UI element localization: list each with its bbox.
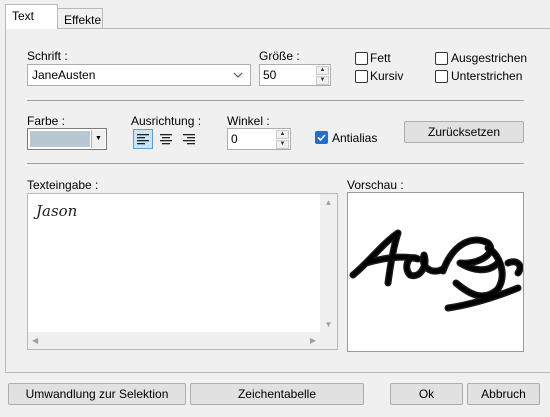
angle-label: Winkel :	[227, 114, 270, 128]
italic-checkbox[interactable]	[355, 70, 368, 83]
text-input-label: Texteingabe :	[27, 178, 99, 192]
preview-area	[347, 192, 524, 352]
size-spinner[interactable]: 50 ▲ ▼	[259, 64, 331, 86]
scroll-down-icon[interactable]: ▼	[320, 320, 337, 329]
scroll-right-icon[interactable]: ▶	[310, 336, 316, 345]
size-value: 50	[263, 68, 277, 82]
strikeout-label: Ausgestrichen	[451, 51, 528, 65]
angle-up-button[interactable]: ▲	[276, 130, 289, 139]
scroll-left-icon[interactable]: ◀	[32, 336, 38, 345]
reset-button[interactable]: Zurücksetzen	[404, 121, 524, 143]
alignment-label: Ausrichtung :	[131, 114, 202, 128]
text-input-area[interactable]: Jason ▲ ▼ ◀ ▶	[27, 193, 338, 350]
color-dropdown-arrow-icon: ▼	[91, 130, 105, 148]
angle-down-button[interactable]: ▼	[276, 140, 289, 149]
cancel-button[interactable]: Abbruch	[467, 383, 540, 405]
color-label: Farbe :	[27, 114, 66, 128]
color-swatch	[30, 131, 90, 147]
size-label: Größe :	[259, 49, 300, 63]
strikeout-checkbox[interactable]	[435, 52, 448, 65]
checkmark-icon	[317, 134, 326, 142]
convert-to-selection-button[interactable]: Umwandlung zur Selektion	[8, 383, 186, 405]
angle-value: 0	[231, 132, 238, 146]
text-input-vscrollbar[interactable]: ▲ ▼	[320, 194, 337, 349]
bold-label: Fett	[370, 51, 391, 65]
underline-checkbox[interactable]	[435, 70, 448, 83]
scroll-up-icon[interactable]: ▲	[320, 198, 337, 207]
text-input-value: Jason	[36, 202, 78, 220]
preview-script-glyphs	[349, 229, 523, 312]
chevron-down-icon	[233, 72, 243, 78]
align-left-icon	[137, 134, 149, 145]
underline-label: Unterstrichen	[451, 69, 523, 83]
size-up-button[interactable]: ▲	[316, 66, 329, 75]
align-center-button[interactable]	[156, 129, 176, 149]
ok-button[interactable]: Ok	[390, 383, 463, 405]
align-right-button[interactable]	[179, 129, 199, 149]
antialias-label: Antialias	[332, 131, 378, 145]
font-select[interactable]: JaneAusten	[27, 64, 251, 86]
text-input-hscrollbar[interactable]: ◀ ▶	[28, 332, 320, 349]
charmap-button[interactable]: Zeichentabelle	[190, 383, 364, 405]
tab-strip: Text Effekte	[0, 0, 550, 31]
font-value: JaneAusten	[32, 68, 96, 82]
preview-label: Vorschau :	[347, 178, 404, 192]
color-picker[interactable]: ▼	[27, 128, 107, 150]
italic-label: Kursiv	[370, 69, 404, 83]
antialias-checkbox[interactable]	[315, 131, 328, 144]
align-right-icon	[183, 134, 195, 145]
angle-spinner[interactable]: 0 ▲ ▼	[227, 128, 291, 150]
font-label: Schrift :	[27, 49, 68, 63]
align-left-button[interactable]	[133, 129, 153, 149]
divider	[27, 163, 524, 164]
divider	[27, 100, 524, 101]
size-down-button[interactable]: ▼	[316, 76, 329, 85]
tab-text[interactable]: Text	[5, 4, 58, 29]
align-center-icon	[160, 134, 172, 145]
bold-checkbox[interactable]	[355, 52, 368, 65]
